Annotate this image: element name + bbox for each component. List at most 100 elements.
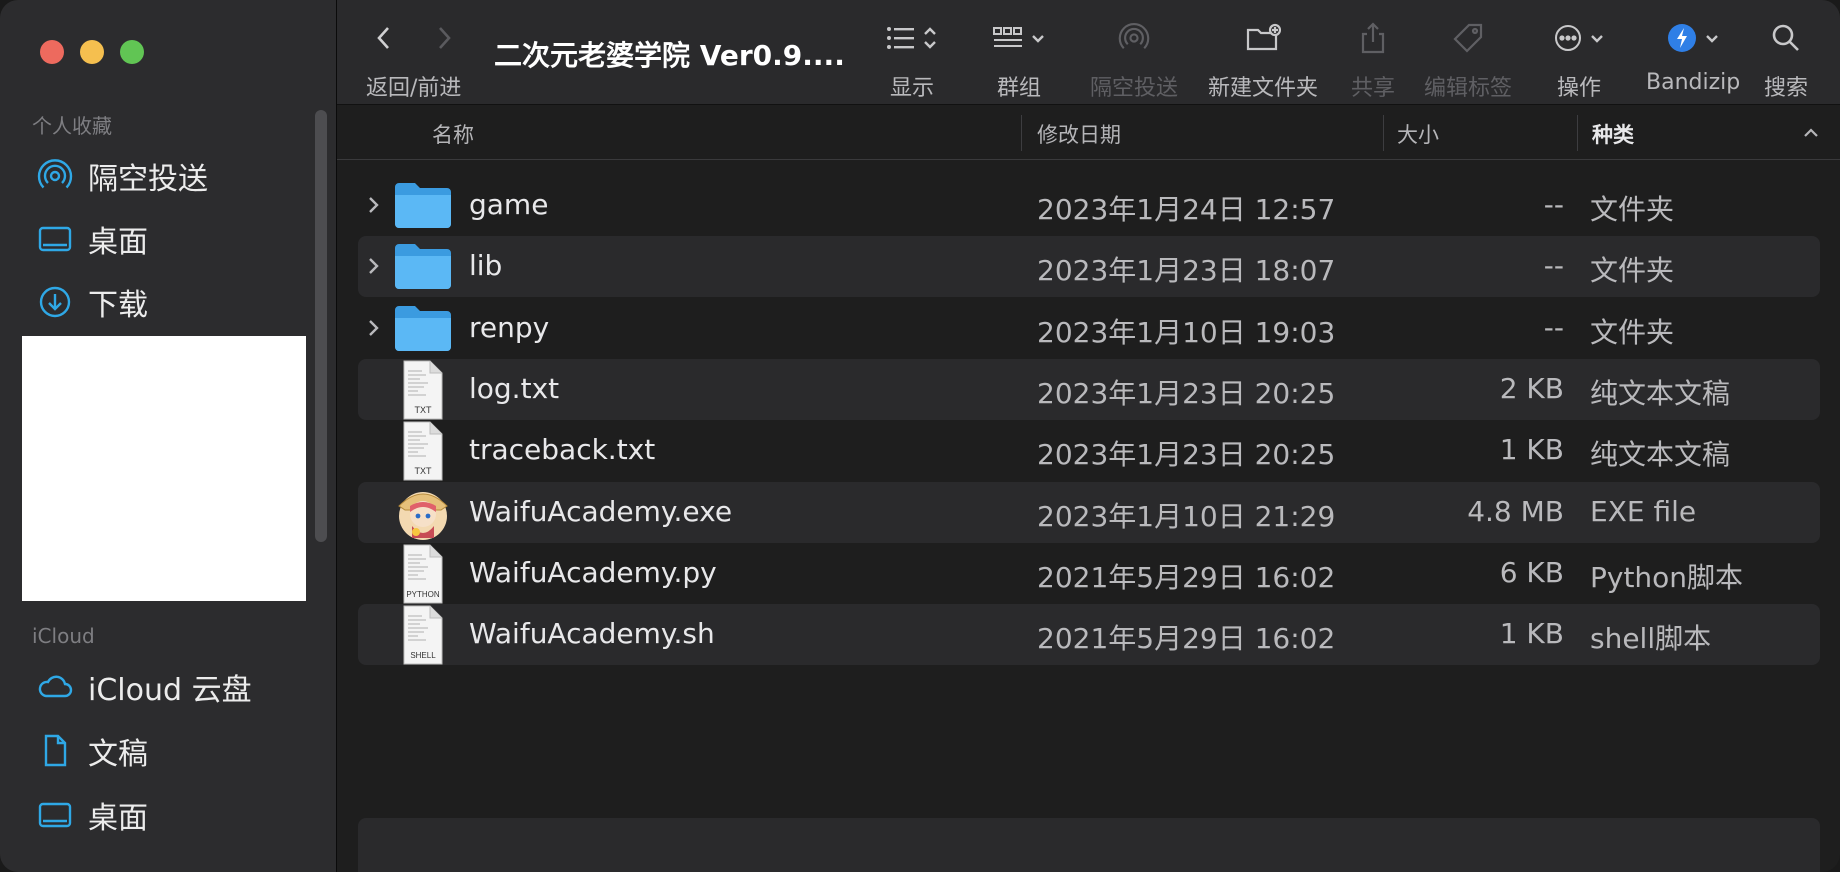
column-header-name[interactable]: 名称 xyxy=(432,119,474,149)
column-divider[interactable] xyxy=(1021,115,1022,151)
file-row[interactable]: WaifuAcademy.exe 2023年1月10日 21:29 4.8 MB EX… xyxy=(358,481,1820,544)
sidebar-item-label: 桌面 xyxy=(88,225,148,260)
file-kind: EXE file xyxy=(1590,494,1697,528)
file-row[interactable]: SHELL WaifuAcademy.sh 2021年5月29日 16:02 1 KB… xyxy=(358,604,1820,666)
file-kind: 文件夹 xyxy=(1590,193,1675,226)
svg-text:SHELL: SHELL xyxy=(410,651,436,660)
edit-tags-button[interactable]: 编辑标签 xyxy=(1424,18,1512,102)
svg-text:TXT: TXT xyxy=(415,466,433,476)
empty-list-row xyxy=(358,818,1820,872)
sidebar-item-documents[interactable]: 文稿 xyxy=(36,729,148,773)
group-label: 群组 xyxy=(996,76,1041,101)
share-button[interactable]: 共享 xyxy=(1351,18,1395,102)
file-row[interactable]: TXT log.txt 2023年1月23日 20:25 2 KB 纯文本文稿 xyxy=(358,358,1820,421)
search-label: 搜索 xyxy=(1764,76,1809,101)
new-folder-label: 新建文件夹 xyxy=(1208,76,1319,101)
column-header-kind[interactable]: 种类 xyxy=(1592,119,1634,149)
file-name: WaifuAcademy.exe xyxy=(469,494,733,528)
airdrop-label: 隔空投送 xyxy=(1090,76,1179,101)
close-window-button[interactable] xyxy=(40,40,64,64)
desktop-icon xyxy=(36,220,74,258)
folder-icon xyxy=(392,236,454,298)
column-divider[interactable] xyxy=(1577,115,1578,151)
file-row[interactable]: game 2023年1月24日 12:57 -- 文件夹 xyxy=(358,175,1820,236)
new-folder-button[interactable]: 新建文件夹 xyxy=(1208,18,1318,102)
column-divider[interactable] xyxy=(1383,115,1384,151)
file-kind: 文件夹 xyxy=(1590,254,1675,288)
view-label: 显示 xyxy=(889,76,934,101)
chevron-left-icon[interactable] xyxy=(370,23,398,57)
file-name: game xyxy=(469,188,549,221)
svg-text:PYTHON: PYTHON xyxy=(406,590,440,599)
sidebar-item-label: 下载 xyxy=(88,288,148,323)
back-forward-button[interactable]: 返回/前进 xyxy=(366,18,461,102)
action-label: 操作 xyxy=(1556,76,1601,101)
disclosure-triangle-icon[interactable] xyxy=(366,315,386,343)
file-row[interactable]: PYTHON WaifuAcademy.py 2021年5月29日 16:02 6 K… xyxy=(358,543,1820,604)
back-forward-label: 返回/前进 xyxy=(366,76,462,101)
file-size: 6 KB xyxy=(1499,555,1564,589)
file-size: 1 KB xyxy=(1499,433,1564,467)
app-icon xyxy=(392,482,454,544)
file-date: 2023年1月23日 20:25 xyxy=(1037,438,1336,472)
disclosure-triangle-icon[interactable] xyxy=(366,192,386,220)
sort-ascending-icon[interactable] xyxy=(1802,121,1820,145)
chevron-down-icon xyxy=(1704,31,1720,50)
group-button[interactable]: 群组 xyxy=(992,18,1046,102)
file-kind: Python脚本 xyxy=(1590,560,1744,594)
window-title: 二次元老婆学院 Ver0.9.... xyxy=(494,39,845,72)
view-button[interactable]: 显示 xyxy=(886,18,938,102)
sidebar-scrollbar[interactable] xyxy=(315,110,327,542)
ellipsis-circle-icon xyxy=(1553,23,1583,57)
file-row[interactable]: renpy 2023年1月10日 19:03 -- 文件夹 xyxy=(358,298,1820,359)
column-header-size[interactable]: 大小 xyxy=(1397,119,1439,149)
disclosure-triangle-icon[interactable] xyxy=(366,253,386,281)
file-size: -- xyxy=(1543,310,1564,344)
file-size: 1 KB xyxy=(1499,617,1564,651)
action-button[interactable]: 操作 xyxy=(1553,18,1605,102)
file-row[interactable]: TXT traceback.txt 2023年1月23日 20:25 1 KB 纯文本文… xyxy=(358,420,1820,481)
airdrop-button[interactable]: 隔空投送 xyxy=(1090,18,1178,102)
bandizip-button[interactable]: Bandizip xyxy=(1646,18,1740,95)
sidebar-item-airdrop[interactable]: 隔空投送 xyxy=(36,154,208,198)
file-name: lib xyxy=(469,249,503,283)
file-row[interactable]: lib 2023年1月23日 18:07 -- 文件夹 xyxy=(358,236,1820,298)
search-icon xyxy=(1771,23,1801,57)
favorites-section-title: 个人收藏 xyxy=(32,114,112,138)
cloud-icon xyxy=(36,668,74,706)
sidebar-item-desktop[interactable]: 桌面 xyxy=(36,217,148,261)
new-folder-icon xyxy=(1245,23,1282,57)
edit-tags-label: 编辑标签 xyxy=(1424,76,1513,101)
document-icon: TXT xyxy=(392,420,454,482)
file-kind: shell脚本 xyxy=(1590,622,1712,656)
file-date: 2023年1月23日 18:07 xyxy=(1037,254,1336,288)
document-icon: TXT xyxy=(392,359,454,421)
sidebar-item-label: 桌面 xyxy=(88,801,148,836)
column-header-date[interactable]: 修改日期 xyxy=(1037,119,1121,149)
sidebar-item-icloud-desktop[interactable]: 桌面 xyxy=(36,793,148,837)
chevron-down-icon xyxy=(1030,31,1046,50)
airdrop-icon xyxy=(36,157,74,195)
minimize-window-button[interactable] xyxy=(80,40,104,64)
chevron-up-down-icon xyxy=(922,25,938,55)
file-kind: 文件夹 xyxy=(1590,315,1675,349)
chevron-down-icon xyxy=(1589,31,1605,50)
chevron-right-icon[interactable] xyxy=(430,23,458,57)
folder-icon xyxy=(392,175,454,237)
sidebar-item-icloud-drive[interactable]: iCloud 云盘 xyxy=(36,665,252,709)
document-icon: SHELL xyxy=(392,604,454,666)
svg-text:TXT: TXT xyxy=(415,405,433,415)
search-button[interactable]: 搜索 xyxy=(1764,18,1808,102)
document-icon xyxy=(36,732,74,770)
redacted-sidebar-block xyxy=(22,336,306,601)
desktop-icon xyxy=(36,796,74,834)
file-date: 2023年1月10日 19:03 xyxy=(1037,315,1336,349)
file-date: 2021年5月29日 16:02 xyxy=(1037,560,1336,594)
tag-icon xyxy=(1451,21,1485,59)
file-date: 2023年1月24日 12:57 xyxy=(1037,193,1336,226)
file-kind: 纯文本文稿 xyxy=(1590,438,1731,472)
sidebar-item-downloads[interactable]: 下载 xyxy=(36,280,148,324)
file-size: 2 KB xyxy=(1499,371,1564,405)
maximize-window-button[interactable] xyxy=(120,40,144,64)
bandizip-label: Bandizip xyxy=(1646,70,1741,95)
